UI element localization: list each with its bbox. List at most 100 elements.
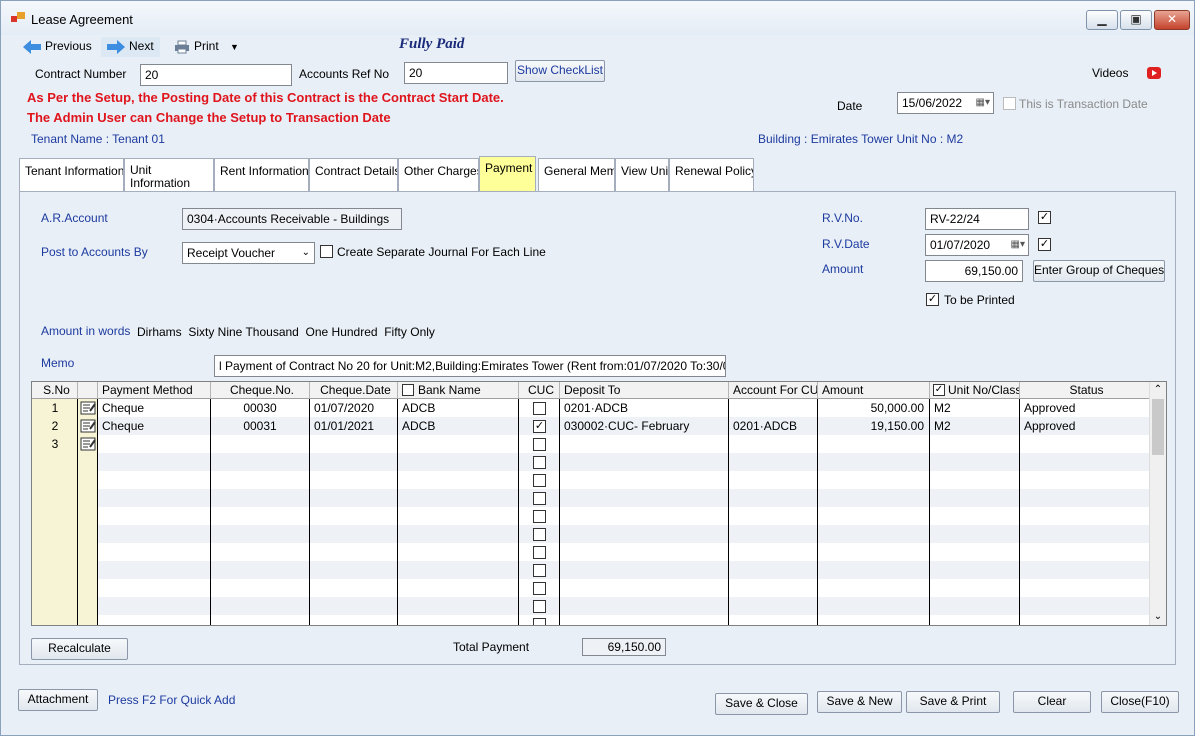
tab-payment[interactable]: Payment: [479, 156, 536, 193]
admin-setup-warning: The Admin User can Change the Setup to T…: [27, 110, 391, 125]
previous-button[interactable]: Previous: [23, 37, 92, 57]
tab-general-memo[interactable]: General Memo: [538, 158, 615, 193]
cuc-checkbox[interactable]: [533, 474, 546, 487]
quick-add-hint: Press F2 For Quick Add: [108, 693, 236, 707]
cell-account-cuc[interactable]: 0201·ADCB: [729, 417, 817, 435]
save-close-button[interactable]: Save & Close: [715, 693, 808, 715]
cell-deposit-to[interactable]: 030002·CUC- February: [560, 417, 728, 435]
cuc-checkbox[interactable]: [533, 618, 546, 625]
next-label: Next: [129, 39, 154, 53]
edit-row-icon[interactable]: [80, 419, 96, 433]
rv-date-checkbox[interactable]: ✓: [1038, 238, 1051, 251]
edit-row-icon[interactable]: [80, 401, 96, 415]
ar-account-field[interactable]: 0304·Accounts Receivable - Buildings: [182, 208, 402, 230]
header-bank-name[interactable]: Bank Name: [398, 382, 519, 399]
memo-field[interactable]: l Payment of Contract No 20 for Unit:M2,…: [214, 355, 726, 377]
cuc-checkbox[interactable]: ✓: [533, 420, 546, 433]
cuc-checkbox[interactable]: [533, 546, 546, 559]
close-window-button[interactable]: ✕: [1154, 10, 1190, 30]
building-unit: Building : Emirates Tower Unit No : M2: [758, 132, 964, 146]
cell-payment-method[interactable]: Cheque: [98, 417, 210, 435]
cell-cheque-date[interactable]: 01/01/2021: [310, 417, 397, 435]
print-button[interactable]: Print ▼: [174, 37, 239, 57]
cuc-checkbox[interactable]: [533, 402, 546, 415]
separate-journal-checkbox[interactable]: [320, 245, 333, 258]
cell-status[interactable]: Approved: [1020, 417, 1149, 435]
scroll-thumb[interactable]: [1152, 399, 1164, 455]
tab-rent-information[interactable]: Rent Information: [214, 158, 309, 193]
cuc-checkbox[interactable]: [533, 438, 546, 451]
cell-status[interactable]: Approved: [1020, 399, 1149, 417]
transaction-date-checkbox[interactable]: [1003, 97, 1016, 110]
cuc-checkbox[interactable]: [533, 564, 546, 577]
tab-contract-details[interactable]: Contract Details: [309, 158, 398, 193]
chevron-down-icon[interactable]: ⌄: [302, 245, 310, 261]
unit-header-checkbox[interactable]: ✓: [933, 384, 945, 396]
calendar-dropdown-icon[interactable]: ▦▾: [976, 95, 990, 111]
header-amount[interactable]: Amount: [818, 382, 930, 399]
maximize-button[interactable]: ▣: [1120, 10, 1152, 30]
cell-bank-name[interactable]: ADCB: [398, 417, 518, 435]
to-be-printed-checkbox[interactable]: ✓: [926, 293, 939, 306]
recalculate-button[interactable]: Recalculate: [31, 638, 128, 660]
cuc-checkbox[interactable]: [533, 528, 546, 541]
tab-unit-information[interactable]: Unit Information: [124, 158, 214, 193]
arrow-right-icon: [107, 39, 125, 54]
rv-no-checkbox[interactable]: ✓: [1038, 211, 1051, 224]
save-new-button[interactable]: Save & New: [817, 691, 902, 713]
cell-payment-method[interactable]: Cheque: [98, 399, 210, 417]
grid-scrollbar[interactable]: ⌃ ⌄: [1149, 382, 1166, 625]
amount-field[interactable]: 69,150.00: [925, 260, 1023, 282]
cuc-checkbox[interactable]: [533, 600, 546, 613]
date-value: 15/06/2022: [902, 96, 963, 110]
header-cuc[interactable]: CUC: [519, 382, 560, 399]
edit-row-icon[interactable]: [80, 437, 96, 451]
show-checklist-button[interactable]: Show CheckList: [515, 60, 605, 82]
enter-cheques-button[interactable]: Enter Group of Cheques: [1033, 260, 1165, 282]
post-by-select[interactable]: Receipt Voucher ⌄: [182, 242, 315, 264]
header-status[interactable]: Status: [1020, 382, 1150, 399]
minimize-button[interactable]: ▁: [1086, 10, 1118, 30]
tab-renewal-policy[interactable]: Renewal Policy: [669, 158, 754, 193]
cell-deposit-to[interactable]: 0201·ADCB: [560, 399, 728, 417]
rv-date-field[interactable]: 01/07/2020 ▦▾: [925, 234, 1029, 256]
tab-view-unit[interactable]: View Unit: [615, 158, 669, 193]
cuc-checkbox[interactable]: [533, 456, 546, 469]
cell-amount[interactable]: 19,150.00: [818, 417, 927, 435]
cell-cheque-no[interactable]: 00030: [211, 399, 309, 417]
to-be-printed-label: To be Printed: [944, 293, 1015, 307]
calendar-dropdown-icon[interactable]: ▦▾: [1011, 237, 1025, 253]
accounts-ref-field[interactable]: 20: [404, 62, 508, 84]
bank-header-checkbox[interactable]: [402, 384, 414, 396]
youtube-icon[interactable]: [1147, 67, 1161, 79]
cell-amount[interactable]: 50,000.00: [818, 399, 927, 417]
close-button[interactable]: Close(F10): [1101, 691, 1179, 713]
next-button[interactable]: Next: [101, 37, 160, 57]
save-print-button[interactable]: Save & Print: [906, 691, 1000, 713]
header-cheque-no[interactable]: Cheque.No.: [211, 382, 310, 399]
rv-no-field[interactable]: RV-22/24: [925, 208, 1029, 230]
cell-unit-no[interactable]: M2: [930, 399, 1019, 417]
tab-other-charges[interactable]: Other Charges: [398, 158, 479, 193]
attachment-button[interactable]: Attachment: [18, 689, 98, 711]
tab-tenant-information[interactable]: Tenant Information: [19, 158, 124, 193]
cuc-checkbox[interactable]: [533, 582, 546, 595]
cell-unit-no[interactable]: M2: [930, 417, 1019, 435]
cell-cheque-date[interactable]: 01/07/2020: [310, 399, 397, 417]
window-title: Lease Agreement: [31, 12, 133, 27]
scroll-up-icon[interactable]: ⌃: [1150, 382, 1166, 398]
scroll-down-icon[interactable]: ⌄: [1150, 609, 1166, 625]
cell-cheque-no[interactable]: 00031: [211, 417, 309, 435]
date-field[interactable]: 15/06/2022 ▦▾: [897, 92, 994, 114]
header-account-cuc[interactable]: Account For CUC: [729, 382, 818, 399]
dropdown-arrow-icon[interactable]: ▼: [230, 42, 239, 52]
col-divider: [518, 399, 519, 625]
header-deposit-to[interactable]: Deposit To: [560, 382, 729, 399]
contract-number-field[interactable]: 20: [140, 64, 292, 86]
header-payment-method[interactable]: Payment Method: [98, 382, 211, 399]
clear-button[interactable]: Clear: [1013, 691, 1091, 713]
cuc-checkbox[interactable]: [533, 492, 546, 505]
cuc-checkbox[interactable]: [533, 510, 546, 523]
cell-bank-name[interactable]: ADCB: [398, 399, 518, 417]
header-cheque-date[interactable]: Cheque.Date: [310, 382, 398, 399]
